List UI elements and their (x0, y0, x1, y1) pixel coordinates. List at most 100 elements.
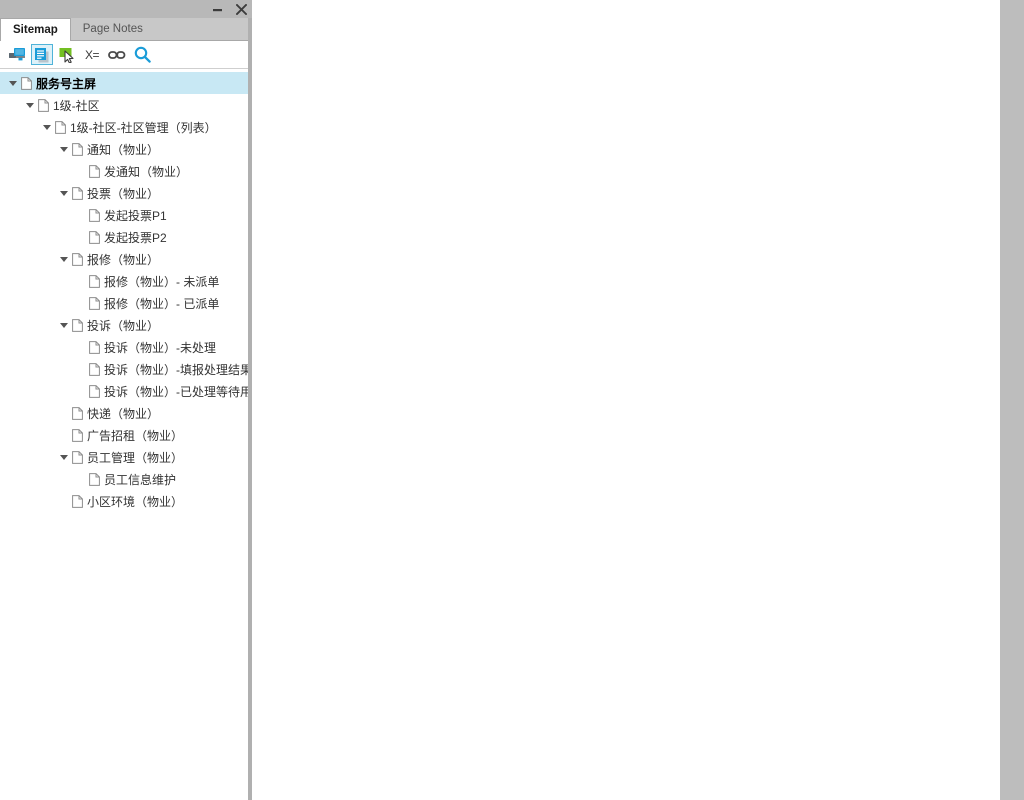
tree-twisty-spacer (74, 336, 87, 358)
link-icon (108, 49, 126, 61)
page-document-icon (87, 204, 101, 226)
tree-node[interactable]: 员工信息维护 (0, 468, 248, 490)
tree-node-label: 投诉（物业）-未处理 (104, 340, 216, 355)
tree-twisty-expanded-icon[interactable] (40, 116, 53, 138)
tree-node-label: 报修（物业）- 已派单 (104, 296, 220, 311)
tree-node[interactable]: 投诉（物业） (0, 314, 248, 336)
tree-twisty-expanded-icon[interactable] (57, 138, 70, 160)
tree-twisty-spacer (74, 468, 87, 490)
tree-twisty-spacer (74, 292, 87, 314)
tree-node-label: 发起投票P2 (104, 230, 167, 245)
page-document-icon (70, 424, 84, 446)
tree-node[interactable]: 报修（物业）- 已派单 (0, 292, 248, 314)
tree-twisty-spacer (74, 380, 87, 402)
tree-node[interactable]: 小区环境（物业） (0, 490, 248, 512)
close-button[interactable] (234, 2, 248, 16)
page-document-icon (53, 116, 67, 138)
add-page-icon (8, 47, 26, 62)
tree-node-label: 报修（物业）- 未派单 (104, 274, 220, 289)
delete-page-button[interactable]: X= (81, 44, 103, 65)
page-document-icon (87, 336, 101, 358)
sitemap-tree-container[interactable]: 服务号主屏 1级-社区 1级-社区-社区管理（列表） 通知（物业） 发通知（物业） 投票（… (0, 69, 252, 800)
tree-node[interactable]: 报修（物业）- 未派单 (0, 270, 248, 292)
tree-node[interactable]: 通知（物业） (0, 138, 248, 160)
sitemap-toolbar: X= (0, 41, 252, 69)
duplicate-page-button[interactable] (31, 44, 53, 65)
panel-titlebar (0, 0, 252, 18)
tree-node[interactable]: 服务号主屏 (0, 72, 248, 94)
tree-node-label: 报修（物业） (87, 252, 160, 267)
tree-node[interactable]: 快递（物业） (0, 402, 248, 424)
page-document-icon (87, 358, 101, 380)
tree-node-label: 投诉（物业） (87, 318, 160, 333)
tree-node[interactable]: 投诉（物业）-已处理等待用 (0, 380, 248, 402)
x-equals-icon: X= (84, 47, 100, 62)
tree-node[interactable]: 发起投票P1 (0, 204, 248, 226)
tab-page-notes-label: Page Notes (82, 23, 143, 35)
tree-node-label: 投票（物业） (87, 186, 160, 201)
tree-node[interactable]: 投诉（物业）-未处理 (0, 336, 248, 358)
add-page-button[interactable] (6, 44, 28, 65)
tree-node[interactable]: 1级-社区 (0, 94, 248, 116)
right-gray-strip (1000, 0, 1024, 800)
panel-splitter[interactable] (248, 0, 252, 800)
tree-twisty-expanded-icon[interactable] (6, 72, 19, 94)
page-document-icon (70, 314, 84, 336)
tree-node[interactable]: 投诉（物业）-填报处理结果 (0, 358, 248, 380)
tree-twisty-spacer (74, 270, 87, 292)
tree-twisty-spacer (57, 490, 70, 512)
page-document-icon (70, 248, 84, 270)
tree-node-label: 发通知（物业） (104, 164, 189, 179)
page-document-icon (87, 292, 101, 314)
tree-node-label: 快递（物业） (87, 406, 160, 421)
tree-node[interactable]: 发通知（物业） (0, 160, 248, 182)
sitemap-panel: Sitemap Page Notes X= 服务号主屏 1级-社区 1级-社区-… (0, 0, 252, 800)
tree-twisty-spacer (57, 402, 70, 424)
tree-twisty-expanded-icon[interactable] (57, 248, 70, 270)
page-document-icon (87, 160, 101, 182)
tree-twisty-spacer (57, 424, 70, 446)
tree-twisty-expanded-icon[interactable] (57, 314, 70, 336)
tab-sitemap-label: Sitemap (13, 24, 58, 36)
panel-tabstrip: Sitemap Page Notes (0, 18, 252, 41)
link-button[interactable] (106, 44, 128, 65)
search-button[interactable] (131, 44, 153, 65)
tree-twisty-spacer (74, 358, 87, 380)
tab-sitemap[interactable]: Sitemap (0, 18, 71, 41)
app-window: Sitemap Page Notes X= 服务号主屏 1级-社区 1级-社区-… (0, 0, 1024, 800)
tree-node-label: 广告招租（物业） (87, 428, 184, 443)
page-document-icon (70, 446, 84, 468)
search-icon (134, 46, 151, 63)
tree-twisty-expanded-icon[interactable] (57, 182, 70, 204)
tree-twisty-spacer (74, 204, 87, 226)
page-document-icon (70, 402, 84, 424)
tree-node-label: 投诉（物业）-已处理等待用 (104, 384, 248, 399)
cursor-green-icon (59, 47, 76, 63)
tree-node[interactable]: 发起投票P2 (0, 226, 248, 248)
tree-node[interactable]: 广告招租（物业） (0, 424, 248, 446)
tree-node[interactable]: 1级-社区-社区管理（列表） (0, 116, 248, 138)
tree-node-label: 1级-社区-社区管理（列表） (70, 120, 217, 135)
tree-node[interactable]: 投票（物业） (0, 182, 248, 204)
page-document-icon (70, 182, 84, 204)
page-document-icon (70, 138, 84, 160)
page-document-icon (36, 94, 50, 116)
sitemap-tree: 服务号主屏 1级-社区 1级-社区-社区管理（列表） 通知（物业） 发通知（物业） 投票（… (0, 69, 248, 512)
tree-twisty-expanded-icon[interactable] (57, 446, 70, 468)
tree-twisty-spacer (74, 160, 87, 182)
tree-twisty-spacer (74, 226, 87, 248)
move-page-button[interactable] (56, 44, 78, 65)
page-document-icon (87, 468, 101, 490)
duplicate-page-icon (34, 47, 50, 63)
page-document-icon (87, 270, 101, 292)
panel-splitter-top-cap (248, 0, 252, 18)
page-document-icon (87, 380, 101, 402)
tab-page-notes[interactable]: Page Notes (70, 19, 155, 40)
page-document-icon (70, 490, 84, 512)
minimize-button[interactable] (210, 2, 224, 16)
tree-node[interactable]: 员工管理（物业） (0, 446, 248, 468)
tree-node-label: 服务号主屏 (36, 76, 97, 91)
tree-twisty-expanded-icon[interactable] (23, 94, 36, 116)
tree-node[interactable]: 报修（物业） (0, 248, 248, 270)
tree-node-label: 小区环境（物业） (87, 494, 184, 509)
